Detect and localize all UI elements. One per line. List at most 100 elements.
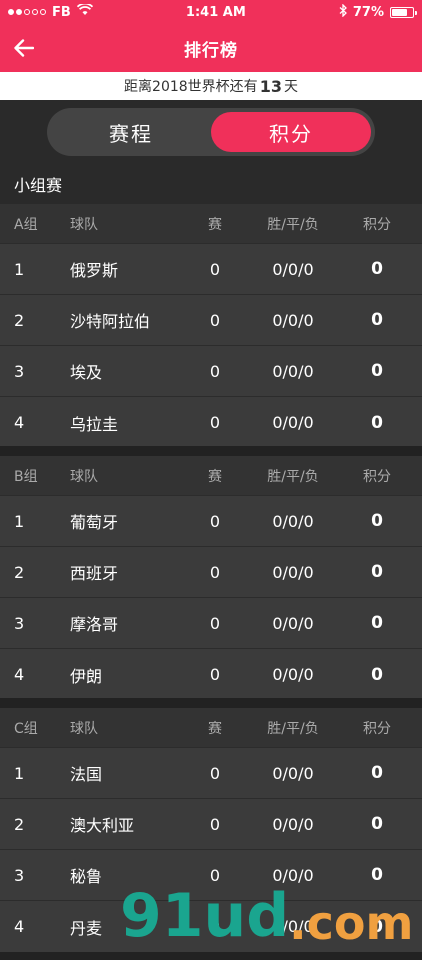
battery-icon (390, 6, 417, 18)
battery-percent: 77% (352, 4, 384, 20)
team-name: 乌拉圭 (70, 414, 119, 434)
win-draw-loss: 0/0/0 (272, 413, 314, 432)
games-played: 0 (209, 511, 221, 531)
points: 0 (371, 310, 383, 330)
group-name: B组 (14, 468, 38, 485)
points: 0 (371, 412, 383, 433)
points: 0 (371, 511, 383, 531)
status-time: 1:41 AM (185, 4, 246, 20)
points: 0 (371, 865, 383, 885)
watermark-part1: 91ud (120, 881, 290, 951)
header-points: 积分 (363, 720, 391, 737)
header-games: 赛 (208, 468, 222, 485)
countdown-banner: 距离2018世界杯还有 13 天 (0, 72, 422, 100)
rank: 1 (14, 259, 25, 279)
rank: 2 (14, 310, 25, 330)
countdown-days: 13 (259, 76, 282, 96)
win-draw-loss: 0/0/0 (272, 814, 314, 834)
page-title: 排行榜 (184, 40, 238, 61)
group-b-table: B组 球队 赛 胜/平/负 积分 1 葡萄牙 0 0/0/0 0 2 西班牙 0 0/0/0 0… (0, 456, 422, 700)
rank: 3 (14, 361, 25, 381)
points: 0 (371, 361, 383, 381)
signal-icon (8, 9, 46, 15)
points: 0 (371, 562, 383, 582)
table-row[interactable]: 2 澳大利亚 0 0/0/0 0 (0, 799, 422, 850)
games-played: 0 (209, 763, 221, 783)
team-name: 俄罗斯 (70, 261, 119, 280)
table-row[interactable]: 3 埃及 0 0/0/0 0 (0, 346, 422, 397)
watermark-part2: .com (289, 896, 414, 950)
rank: 4 (14, 665, 25, 684)
win-draw-loss: 0/0/0 (272, 310, 314, 330)
team-name: 摩洛哥 (70, 615, 119, 634)
table-header: B组 球队 赛 胜/平/负 积分 (0, 456, 422, 496)
points: 0 (371, 613, 383, 633)
tab-schedule[interactable]: 赛程 (51, 112, 211, 152)
win-draw-loss: 0/0/0 (272, 613, 314, 633)
table-row[interactable]: 2 西班牙 0 0/0/0 0 (0, 547, 422, 598)
table-row[interactable]: 4 乌拉圭 0 0/0/0 0 (0, 397, 422, 448)
rank: 2 (14, 814, 25, 834)
games-played: 0 (209, 562, 221, 582)
group-name: C组 (14, 720, 38, 737)
rank: 4 (14, 413, 25, 432)
games-played: 0 (209, 613, 221, 633)
win-draw-loss: 0/0/0 (272, 665, 314, 684)
rank: 1 (14, 763, 25, 783)
team-name: 伊朗 (70, 666, 103, 686)
points: 0 (371, 763, 383, 783)
back-arrow-icon (14, 39, 34, 57)
rank: 4 (14, 917, 25, 936)
table-row[interactable]: 1 葡萄牙 0 0/0/0 0 (0, 496, 422, 547)
header-wdl: 胜/平/负 (267, 468, 319, 485)
win-draw-loss: 0/0/0 (272, 259, 314, 279)
status-bar: FB 1:41 AM 77% (0, 0, 422, 24)
games-played: 0 (209, 259, 221, 279)
team-name: 埃及 (70, 363, 103, 382)
win-draw-loss: 0/0/0 (272, 562, 314, 582)
games-played: 0 (209, 310, 221, 330)
table-header: A组 球队 赛 胜/平/负 积分 (0, 204, 422, 244)
table-row[interactable]: 3 摩洛哥 0 0/0/0 0 (0, 598, 422, 649)
header-games: 赛 (208, 720, 222, 737)
tab-standings[interactable]: 积分 (211, 112, 371, 152)
header-team: 球队 (70, 216, 98, 233)
header-points: 积分 (363, 216, 391, 233)
back-button[interactable] (10, 34, 38, 62)
header-points: 积分 (363, 468, 391, 485)
games-played: 0 (209, 665, 221, 684)
header-wdl: 胜/平/负 (267, 216, 319, 233)
countdown-suffix: 天 (283, 79, 298, 95)
table-row[interactable]: 2 沙特阿拉伯 0 0/0/0 0 (0, 295, 422, 346)
rank: 3 (14, 865, 25, 885)
header-team: 球队 (70, 720, 98, 737)
group-name: A组 (14, 216, 38, 233)
team-name: 沙特阿拉伯 (70, 312, 151, 331)
table-row[interactable]: 4 伊朗 0 0/0/0 0 (0, 649, 422, 700)
win-draw-loss: 0/0/0 (272, 361, 314, 381)
win-draw-loss: 0/0/0 (272, 763, 314, 783)
group-a-table: A组 球队 赛 胜/平/负 积分 1 俄罗斯 0 0/0/0 0 2 沙特阿拉伯 0 0/0/… (0, 204, 422, 448)
rank: 1 (14, 511, 25, 531)
nav-bar: 排行榜 (0, 24, 422, 72)
site-watermark: 91ud .com (120, 886, 413, 946)
header-wdl: 胜/平/负 (267, 720, 319, 737)
header-team: 球队 (70, 468, 98, 485)
bluetooth-icon (339, 2, 347, 21)
team-name: 葡萄牙 (70, 513, 119, 532)
section-title: 小组赛 (0, 164, 422, 204)
games-played: 0 (209, 814, 221, 834)
win-draw-loss: 0/0/0 (272, 511, 314, 531)
tab-bar: 赛程 积分 (0, 100, 422, 164)
points: 0 (371, 259, 383, 279)
points: 0 (371, 814, 383, 834)
countdown-prefix: 距离2018世界杯还有 (124, 79, 258, 95)
table-header: C组 球队 赛 胜/平/负 积分 (0, 708, 422, 748)
carrier-label: FB (52, 4, 71, 20)
rank: 3 (14, 613, 25, 633)
rank: 2 (14, 562, 25, 582)
table-row[interactable]: 1 俄罗斯 0 0/0/0 0 (0, 244, 422, 295)
table-row[interactable]: 1 法国 0 0/0/0 0 (0, 748, 422, 799)
team-name: 法国 (70, 765, 103, 784)
team-name: 西班牙 (70, 564, 119, 583)
